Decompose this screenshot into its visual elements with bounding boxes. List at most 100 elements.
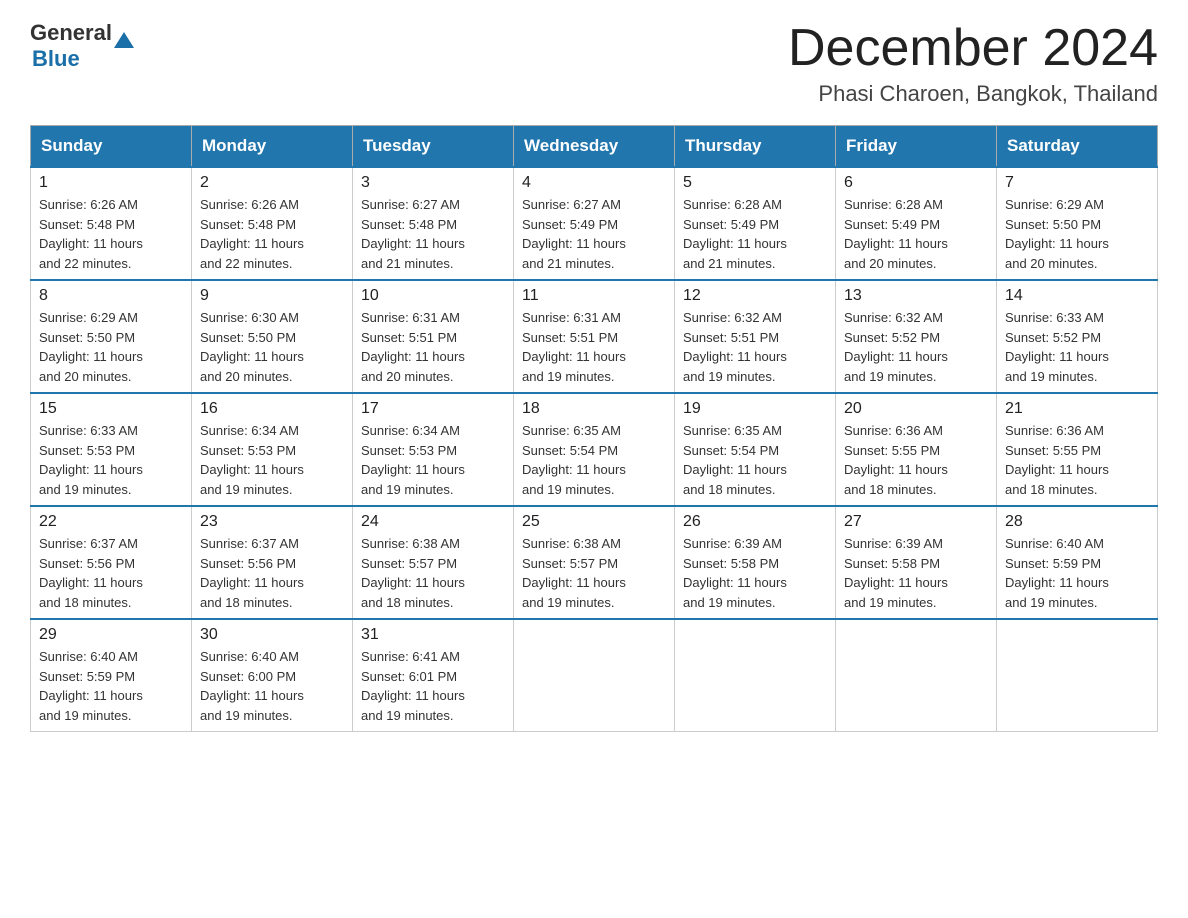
day-number: 23 [200, 513, 344, 531]
week-row-4: 22 Sunrise: 6:37 AMSunset: 5:56 PMDayligh… [31, 506, 1158, 619]
day-number: 19 [683, 400, 827, 418]
calendar-cell: 13Sunrise: 6:32 AMSunset: 5:52 PMDayligh… [836, 280, 997, 393]
day-info: Sunrise: 6:38 AMSunset: 5:57 PMDaylight:… [522, 534, 666, 612]
calendar-cell: 22 Sunrise: 6:37 AMSunset: 5:56 PMDayligh… [31, 506, 192, 619]
day-info: Sunrise: 6:29 AMSunset: 5:50 PMDaylight:… [1005, 195, 1149, 273]
day-info: Sunrise: 6:34 AMSunset: 5:53 PMDaylight:… [200, 421, 344, 499]
logo: General Blue [30, 20, 134, 72]
logo-triangle-icon [114, 32, 134, 48]
week-row-2: 8 Sunrise: 6:29 AMSunset: 5:50 PMDaylight… [31, 280, 1158, 393]
day-number: 27 [844, 513, 988, 531]
weekday-header-tuesday: Tuesday [353, 126, 514, 168]
location-title: Phasi Charoen, Bangkok, Thailand [788, 81, 1158, 107]
day-info: Sunrise: 6:32 AMSunset: 5:52 PMDaylight:… [844, 308, 988, 386]
calendar-cell: 25 Sunrise: 6:38 AMSunset: 5:57 PMDayligh… [514, 506, 675, 619]
day-info: Sunrise: 6:36 AMSunset: 5:55 PMDaylight:… [844, 421, 988, 499]
calendar-cell [514, 619, 675, 732]
day-info: Sunrise: 6:26 AMSunset: 5:48 PMDaylight:… [39, 195, 183, 273]
day-number: 5 [683, 174, 827, 192]
day-info: Sunrise: 6:40 AMSunset: 5:59 PMDaylight:… [1005, 534, 1149, 612]
day-number: 4 [522, 174, 666, 192]
weekday-header-thursday: Thursday [675, 126, 836, 168]
day-info: Sunrise: 6:35 AMSunset: 5:54 PMDaylight:… [683, 421, 827, 499]
day-number: 10 [361, 287, 505, 305]
day-info: Sunrise: 6:40 AMSunset: 6:00 PMDaylight:… [200, 647, 344, 725]
day-number: 29 [39, 626, 183, 644]
day-info: Sunrise: 6:38 AMSunset: 5:57 PMDaylight:… [361, 534, 505, 612]
calendar-cell: 31Sunrise: 6:41 AMSunset: 6:01 PMDayligh… [353, 619, 514, 732]
week-row-3: 15 Sunrise: 6:33 AMSunset: 5:53 PMDayligh… [31, 393, 1158, 506]
day-info: Sunrise: 6:37 AMSunset: 5:56 PMDaylight:… [200, 534, 344, 612]
calendar-cell: 2 Sunrise: 6:26 AMSunset: 5:48 PMDaylight… [192, 167, 353, 280]
calendar-cell: 6Sunrise: 6:28 AMSunset: 5:49 PMDaylight… [836, 167, 997, 280]
day-info: Sunrise: 6:33 AMSunset: 5:52 PMDaylight:… [1005, 308, 1149, 386]
day-info: Sunrise: 6:31 AMSunset: 5:51 PMDaylight:… [361, 308, 505, 386]
day-info: Sunrise: 6:37 AMSunset: 5:56 PMDaylight:… [39, 534, 183, 612]
day-info: Sunrise: 6:39 AMSunset: 5:58 PMDaylight:… [844, 534, 988, 612]
day-info: Sunrise: 6:26 AMSunset: 5:48 PMDaylight:… [200, 195, 344, 273]
day-info: Sunrise: 6:30 AMSunset: 5:50 PMDaylight:… [200, 308, 344, 386]
calendar-cell: 26Sunrise: 6:39 AMSunset: 5:58 PMDayligh… [675, 506, 836, 619]
day-number: 21 [1005, 400, 1149, 418]
day-number: 20 [844, 400, 988, 418]
weekday-header-sunday: Sunday [31, 126, 192, 168]
day-number: 9 [200, 287, 344, 305]
calendar-cell [836, 619, 997, 732]
day-number: 17 [361, 400, 505, 418]
calendar-cell: 10 Sunrise: 6:31 AMSunset: 5:51 PMDayligh… [353, 280, 514, 393]
day-number: 3 [361, 174, 505, 192]
logo-blue-text: Blue [32, 46, 80, 72]
day-number: 30 [200, 626, 344, 644]
calendar-cell: 16 Sunrise: 6:34 AMSunset: 5:53 PMDayligh… [192, 393, 353, 506]
day-info: Sunrise: 6:31 AMSunset: 5:51 PMDaylight:… [522, 308, 666, 386]
day-info: Sunrise: 6:33 AMSunset: 5:53 PMDaylight:… [39, 421, 183, 499]
day-number: 1 [39, 174, 183, 192]
calendar-cell: 9 Sunrise: 6:30 AMSunset: 5:50 PMDaylight… [192, 280, 353, 393]
day-number: 18 [522, 400, 666, 418]
day-info: Sunrise: 6:27 AMSunset: 5:49 PMDaylight:… [522, 195, 666, 273]
calendar-cell: 17 Sunrise: 6:34 AMSunset: 5:53 PMDayligh… [353, 393, 514, 506]
day-number: 15 [39, 400, 183, 418]
calendar-cell: 4 Sunrise: 6:27 AMSunset: 5:49 PMDaylight… [514, 167, 675, 280]
day-number: 24 [361, 513, 505, 531]
page-header: General Blue December 2024 Phasi Charoen… [30, 20, 1158, 107]
day-number: 8 [39, 287, 183, 305]
calendar-cell: 20 Sunrise: 6:36 AMSunset: 5:55 PMDayligh… [836, 393, 997, 506]
calendar-cell: 28 Sunrise: 6:40 AMSunset: 5:59 PMDayligh… [997, 506, 1158, 619]
weekday-header-saturday: Saturday [997, 126, 1158, 168]
calendar-cell: 11 Sunrise: 6:31 AMSunset: 5:51 PMDayligh… [514, 280, 675, 393]
calendar-cell: 7Sunrise: 6:29 AMSunset: 5:50 PMDaylight… [997, 167, 1158, 280]
day-info: Sunrise: 6:41 AMSunset: 6:01 PMDaylight:… [361, 647, 505, 725]
calendar-cell: 21 Sunrise: 6:36 AMSunset: 5:55 PMDayligh… [997, 393, 1158, 506]
week-row-5: 29 Sunrise: 6:40 AMSunset: 5:59 PMDayligh… [31, 619, 1158, 732]
day-info: Sunrise: 6:28 AMSunset: 5:49 PMDaylight:… [844, 195, 988, 273]
day-number: 11 [522, 287, 666, 305]
day-number: 12 [683, 287, 827, 305]
day-number: 25 [522, 513, 666, 531]
day-info: Sunrise: 6:40 AMSunset: 5:59 PMDaylight:… [39, 647, 183, 725]
day-info: Sunrise: 6:29 AMSunset: 5:50 PMDaylight:… [39, 308, 183, 386]
calendar-cell: 18Sunrise: 6:35 AMSunset: 5:54 PMDayligh… [514, 393, 675, 506]
weekday-header-wednesday: Wednesday [514, 126, 675, 168]
calendar-cell: 19 Sunrise: 6:35 AMSunset: 5:54 PMDayligh… [675, 393, 836, 506]
weekday-header-friday: Friday [836, 126, 997, 168]
day-info: Sunrise: 6:27 AMSunset: 5:48 PMDaylight:… [361, 195, 505, 273]
day-number: 16 [200, 400, 344, 418]
day-info: Sunrise: 6:28 AMSunset: 5:49 PMDaylight:… [683, 195, 827, 273]
day-info: Sunrise: 6:36 AMSunset: 5:55 PMDaylight:… [1005, 421, 1149, 499]
day-number: 2 [200, 174, 344, 192]
calendar-cell: 3 Sunrise: 6:27 AMSunset: 5:48 PMDaylight… [353, 167, 514, 280]
calendar-table: SundayMondayTuesdayWednesdayThursdayFrid… [30, 125, 1158, 732]
weekday-header-row: SundayMondayTuesdayWednesdayThursdayFrid… [31, 126, 1158, 168]
calendar-cell: 5 Sunrise: 6:28 AMSunset: 5:49 PMDaylight… [675, 167, 836, 280]
logo-general-text: General [30, 20, 112, 46]
day-number: 22 [39, 513, 183, 531]
day-number: 14 [1005, 287, 1149, 305]
calendar-cell: 1 Sunrise: 6:26 AMSunset: 5:48 PMDaylight… [31, 167, 192, 280]
day-number: 28 [1005, 513, 1149, 531]
day-info: Sunrise: 6:32 AMSunset: 5:51 PMDaylight:… [683, 308, 827, 386]
week-row-1: 1 Sunrise: 6:26 AMSunset: 5:48 PMDaylight… [31, 167, 1158, 280]
calendar-cell: 12 Sunrise: 6:32 AMSunset: 5:51 PMDayligh… [675, 280, 836, 393]
day-info: Sunrise: 6:34 AMSunset: 5:53 PMDaylight:… [361, 421, 505, 499]
calendar-cell: 8 Sunrise: 6:29 AMSunset: 5:50 PMDaylight… [31, 280, 192, 393]
